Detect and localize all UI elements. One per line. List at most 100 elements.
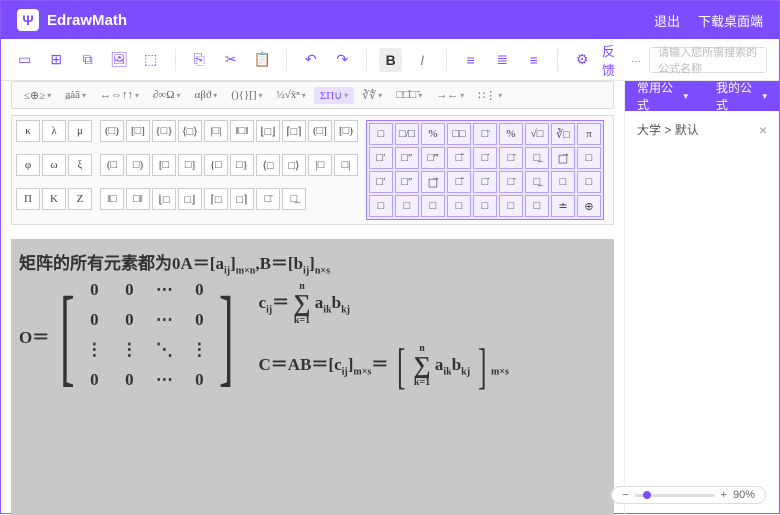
symbol-cell[interactable]: □̇ — [473, 147, 497, 169]
symbol-cell[interactable]: □̲ — [525, 171, 549, 193]
symbol-cell[interactable]: □̲ — [525, 147, 549, 169]
category-item[interactable]: ½√x̄ⁿ▾ — [271, 87, 312, 103]
symbol-cell[interactable]: □ — [499, 195, 523, 217]
zoom-slider[interactable] — [635, 494, 715, 497]
undo-icon[interactable]: ↶ — [299, 48, 323, 72]
symbol-cell[interactable]: □ — [447, 195, 471, 217]
symbol-cell[interactable]: □ — [577, 147, 601, 169]
symbol-cell[interactable]: □̂ — [447, 147, 471, 169]
symbol-cell[interactable]: K — [42, 188, 66, 210]
symbol-cell[interactable]: □⃗ — [551, 147, 575, 169]
symbol-cell[interactable]: □⌋ — [178, 188, 202, 210]
symbol-cell[interactable]: □̲ — [282, 188, 306, 210]
symbol-cell[interactable]: □| — [334, 154, 358, 176]
symbol-cell[interactable]: ‖□ — [100, 188, 124, 210]
symbol-cell[interactable]: ⌊□⌋ — [256, 120, 280, 142]
symbol-cell[interactable]: □ — [369, 195, 393, 217]
symbol-cell[interactable]: ⌊□ — [152, 188, 176, 210]
symbol-cell[interactable]: ⟨□ — [256, 154, 280, 176]
category-item[interactable]: ∛∜▾ — [356, 87, 388, 104]
cut-icon[interactable]: ✂ — [219, 48, 243, 72]
align-center-icon[interactable]: ≣ — [490, 48, 514, 72]
symbol-cell[interactable]: % — [499, 123, 523, 145]
symbol-cell[interactable]: μ — [68, 120, 92, 142]
tab-mine[interactable]: 我的公式▾ — [716, 79, 767, 113]
category-item[interactable]: ≤⊕≥▾ — [18, 87, 57, 104]
symbol-cell[interactable]: □′ — [369, 171, 393, 193]
symbol-cell[interactable]: □̂ — [447, 171, 471, 193]
symbol-cell[interactable]: □″ — [395, 147, 419, 169]
symbol-cell[interactable]: [□] — [126, 120, 150, 142]
symbol-cell[interactable]: √□ — [525, 123, 549, 145]
folder-icon[interactable]: ▭ — [13, 48, 37, 72]
symbol-cell[interactable]: □̄ — [499, 147, 523, 169]
category-item[interactable]: →←▾ — [430, 87, 470, 103]
symbol-cell[interactable]: □□ — [447, 123, 471, 145]
zoom-in-button[interactable]: + — [721, 489, 727, 501]
symbol-cell[interactable]: □ — [473, 195, 497, 217]
italic-button[interactable]: I — [410, 48, 434, 72]
symbol-cell[interactable]: ‖□‖ — [230, 120, 254, 142]
symbol-cell[interactable]: ∛□ — [551, 123, 575, 145]
symbol-cell[interactable]: λ — [42, 120, 66, 142]
copy-icon[interactable]: ⎘ — [187, 48, 211, 72]
symbol-cell[interactable]: ⌈□ — [204, 188, 228, 210]
symbol-cell[interactable]: π — [577, 123, 601, 145]
symbol-cell[interactable]: □‴ — [421, 147, 445, 169]
bold-button[interactable]: B — [379, 48, 403, 72]
search-input[interactable]: 请输入您所需搜索的公式名称 — [649, 47, 767, 73]
symbol-cell[interactable]: |□ — [308, 154, 332, 176]
symbol-cell[interactable]: ⌈□⌉ — [282, 120, 306, 142]
symbol-cell[interactable]: ≐ — [551, 195, 575, 217]
exit-link[interactable]: 退出 — [654, 11, 680, 30]
breadcrumb-cat2[interactable]: 默认 — [675, 123, 699, 137]
symbol-cell[interactable]: □̄ — [499, 171, 523, 193]
symbol-cell[interactable]: Π — [16, 188, 40, 210]
symbol-cell[interactable]: ξ — [68, 154, 92, 176]
redo-icon[interactable]: ↷ — [330, 48, 354, 72]
symbol-cell[interactable]: [□ — [152, 154, 176, 176]
symbol-cell[interactable]: [□) — [334, 120, 358, 142]
symbol-cell[interactable]: κ — [16, 120, 40, 142]
import-icon[interactable]: ⧉ — [76, 48, 100, 72]
symbol-cell[interactable]: □⟩ — [282, 154, 306, 176]
paste-icon[interactable]: 📋 — [250, 48, 274, 72]
symbol-cell[interactable]: □ — [525, 195, 549, 217]
formula-editor[interactable]: 矩阵的所有元素都为0A＝[aij]m×n,B＝[bij]n×s O＝ [ 00⋯… — [11, 239, 614, 515]
symbol-cell[interactable]: □″ — [395, 171, 419, 193]
symbol-cell[interactable]: □ — [395, 195, 419, 217]
symbol-cell[interactable]: □ — [577, 171, 601, 193]
symbol-cell[interactable]: □⌉ — [230, 188, 254, 210]
export-svg-icon[interactable]: ⬚ — [139, 48, 163, 72]
feedback-link[interactable]: 反馈… — [602, 41, 641, 79]
zoom-out-button[interactable]: − — [622, 489, 628, 501]
category-item[interactable]: ∷⋮▾ — [472, 87, 508, 104]
symbol-cell[interactable]: □‖ — [126, 188, 150, 210]
symbol-cell[interactable]: □/□ — [395, 123, 419, 145]
symbol-cell[interactable]: (□) — [100, 120, 124, 142]
download-desktop-link[interactable]: 下载桌面端 — [698, 11, 763, 30]
align-right-icon[interactable]: ≡ — [522, 48, 546, 72]
export-png-icon[interactable]: 🖼 — [108, 48, 132, 72]
symbol-cell[interactable]: φ — [16, 154, 40, 176]
symbol-cell[interactable]: □] — [178, 154, 202, 176]
symbol-cell[interactable]: □̄ — [256, 188, 280, 210]
category-item[interactable]: (){}[]▾ — [225, 87, 268, 103]
symbol-cell[interactable]: Z — [68, 188, 92, 210]
symbol-cell[interactable]: □′ — [369, 147, 393, 169]
align-left-icon[interactable]: ≡ — [459, 48, 483, 72]
symbol-cell[interactable]: (□] — [308, 120, 332, 142]
symbol-cell[interactable]: % — [421, 123, 445, 145]
settings-icon[interactable]: ⚙ — [570, 48, 594, 72]
symbol-cell[interactable]: (□ — [100, 154, 124, 176]
category-item[interactable]: a̲ȧa̅▾ — [59, 87, 92, 103]
symbol-cell[interactable]: ⟨□⟩ — [178, 120, 202, 142]
symbol-cell[interactable]: ⊕ — [577, 195, 601, 217]
symbol-cell[interactable]: □) — [126, 154, 150, 176]
symbol-cell[interactable]: □ — [421, 195, 445, 217]
category-item[interactable]: □̈□̂□̃▾ — [390, 87, 428, 103]
symbol-cell[interactable]: □̇ — [473, 171, 497, 193]
symbol-cell[interactable]: ω — [42, 154, 66, 176]
close-icon[interactable]: × — [759, 122, 767, 138]
symbol-cell[interactable]: □} — [230, 154, 254, 176]
